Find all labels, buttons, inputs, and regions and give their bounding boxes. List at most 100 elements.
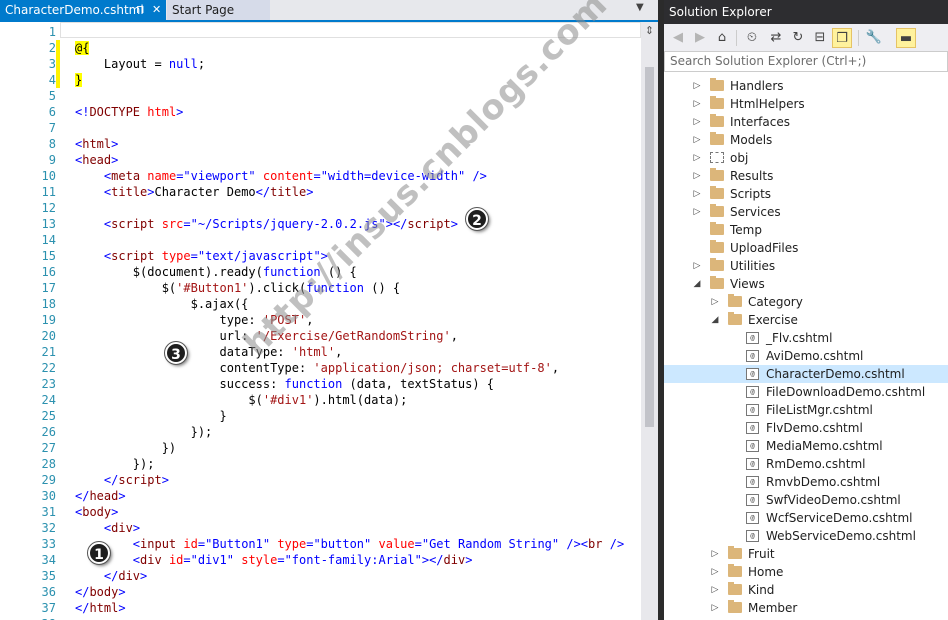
tree-node[interactable]: ◢ Views <box>664 275 948 293</box>
line-number: 11 <box>41 185 56 199</box>
code-token: > <box>132 521 141 535</box>
collapse-arrow-icon[interactable]: ◢ <box>692 275 702 293</box>
pin-icon[interactable]: ⊓ <box>136 0 145 20</box>
expand-arrow-icon[interactable]: ▷ <box>710 599 720 617</box>
tree-node[interactable]: ▷ Services <box>664 203 948 221</box>
tab-start-page[interactable]: Start Page <box>167 0 270 20</box>
expand-arrow-icon[interactable]: ▷ <box>692 77 702 95</box>
tree-node[interactable]: ▷ Home <box>664 563 948 581</box>
tab-dropdown-icon[interactable]: ▼ <box>636 2 644 13</box>
code-text-area[interactable]: @{ Layout = null;} <!DOCTYPE html> <html> <… <box>60 22 641 620</box>
expand-arrow-icon[interactable]: ▷ <box>692 113 702 131</box>
tree-node[interactable]: ▷ Kind <box>664 581 948 599</box>
tree-node[interactable]: ▷ Utilities <box>664 257 948 275</box>
folder-icon <box>710 276 724 289</box>
tree-node[interactable]: ▷ Results <box>664 167 948 185</box>
tree-node[interactable]: @ WcfServiceDemo.cshtml <box>664 509 948 527</box>
tree-node[interactable]: ▷ Member <box>664 599 948 617</box>
code-token: < <box>132 537 141 551</box>
tree-node[interactable]: UploadFiles <box>664 239 948 257</box>
tree-node[interactable]: ▷ Fruit <box>664 545 948 563</box>
code-token: </ <box>103 569 119 583</box>
code-line: $('#Button1').click(function () { <box>75 280 400 296</box>
tree-node[interactable]: @ FlvDemo.cshtml <box>664 419 948 437</box>
solution-explorer-search-input[interactable]: Search Solution Explorer (Ctrl+;) <box>664 51 948 72</box>
code-token: '#Button1' <box>176 281 249 295</box>
expand-arrow-icon[interactable]: ▷ <box>710 545 720 563</box>
properties-icon[interactable]: 🔧 <box>864 28 884 48</box>
sync-icon[interactable]: ⇄ <box>766 28 786 48</box>
line-number: 9 <box>48 153 56 167</box>
code-token: head <box>82 153 112 167</box>
code-editor[interactable]: CharacterDemo.cshtml ⊓ ✕ Start Page ▼ 12… <box>0 0 658 620</box>
tree-node-label: Fruit <box>748 547 775 561</box>
code-line: <div id="div1" style="font-family:Arial"… <box>75 552 473 568</box>
scrollbar-thumb[interactable] <box>645 67 654 427</box>
tree-node[interactable]: ▷ Category <box>664 293 948 311</box>
code-token: $.ajax({ <box>75 297 249 311</box>
show-all-files-icon[interactable]: ❐ <box>832 28 852 48</box>
refresh-icon[interactable]: ↻ <box>788 28 808 48</box>
forward-icon[interactable]: ▶ <box>690 28 710 48</box>
code-token: null <box>168 57 198 71</box>
expand-arrow-icon[interactable]: ▷ <box>692 203 702 221</box>
preview-icon[interactable]: ▬ <box>896 28 916 48</box>
tree-node[interactable]: @ FileListMgr.cshtml <box>664 401 948 419</box>
line-number: 31 <box>41 505 56 519</box>
expand-arrow-icon[interactable]: ▷ <box>692 185 702 203</box>
expand-arrow-icon[interactable]: ▷ <box>710 581 720 599</box>
tree-node[interactable]: @ _Flv.cshtml <box>664 329 948 347</box>
expand-arrow-icon[interactable]: ▷ <box>692 257 702 275</box>
line-number: 30 <box>41 489 56 503</box>
expand-arrow-icon[interactable]: ▷ <box>692 149 702 167</box>
collapse-arrow-icon[interactable]: ◢ <box>710 311 720 329</box>
tree-node[interactable]: @ RmvbDemo.cshtml <box>664 473 948 491</box>
tree-node[interactable]: @ WebServiceDemo.cshtml <box>664 527 948 545</box>
line-number: 28 <box>41 457 56 471</box>
home-icon[interactable]: ⌂ <box>712 28 732 48</box>
line-number: 32 <box>41 521 56 535</box>
code-token: > <box>111 505 119 519</box>
code-token: contentType: <box>75 361 314 375</box>
tree-node[interactable]: ▷ Handlers <box>664 77 948 95</box>
expand-arrow-icon[interactable]: ▷ <box>692 131 702 149</box>
tree-node[interactable]: ▷ HtmlHelpers <box>664 95 948 113</box>
collapse-all-icon[interactable]: ⊟ <box>810 28 830 48</box>
line-number: 12 <box>41 201 56 215</box>
tree-node[interactable]: @ FileDownloadDemo.cshtml <box>664 383 948 401</box>
line-number: 14 <box>41 233 56 247</box>
tree-node[interactable]: @ MediaMemo.cshtml <box>664 437 948 455</box>
tree-node[interactable]: ◢ Exercise <box>664 311 948 329</box>
expand-arrow-icon[interactable]: ▷ <box>692 95 702 113</box>
line-number: 22 <box>41 361 56 375</box>
tree-node[interactable]: ▷ Interfaces <box>664 113 948 131</box>
code-token: </ <box>429 553 444 567</box>
pending-changes-icon[interactable]: ⏲ <box>742 28 762 48</box>
editor-vertical-scrollbar[interactable]: ⇕ <box>641 22 658 620</box>
expand-arrow-icon[interactable]: ▷ <box>710 563 720 581</box>
tree-node[interactable]: ▷ Models <box>664 131 948 149</box>
expand-arrow-icon[interactable]: ▷ <box>692 167 702 185</box>
tree-node[interactable]: @ SwfVideoDemo.cshtml <box>664 491 948 509</box>
code-line: </div> <box>75 568 147 584</box>
line-number: 17 <box>41 281 56 295</box>
tree-node[interactable]: @ RmDemo.cshtml <box>664 455 948 473</box>
tree-node[interactable]: ▷ Scripts <box>664 185 948 203</box>
expand-arrow-icon[interactable]: ▷ <box>710 293 720 311</box>
folder-icon <box>710 222 724 235</box>
cshtml-file-icon: @ <box>746 530 759 542</box>
tree-node[interactable]: ▷ obj <box>664 149 948 167</box>
tab-characterdemo[interactable]: CharacterDemo.cshtml ⊓ ✕ <box>0 0 166 20</box>
tree-node[interactable]: @ AviDemo.cshtml <box>664 347 948 365</box>
tree-node[interactable]: Temp <box>664 221 948 239</box>
folder-icon <box>710 114 724 127</box>
close-icon[interactable]: ✕ <box>152 0 161 20</box>
tree-node-label: Temp <box>730 223 762 237</box>
back-icon[interactable]: ◀ <box>668 28 688 48</box>
tree-node[interactable]: @ CharacterDemo.cshtml <box>664 365 948 383</box>
split-window-icon[interactable]: ⇕ <box>643 24 656 37</box>
code-token: id <box>183 537 198 551</box>
tree-node-label: Scripts <box>730 187 772 201</box>
